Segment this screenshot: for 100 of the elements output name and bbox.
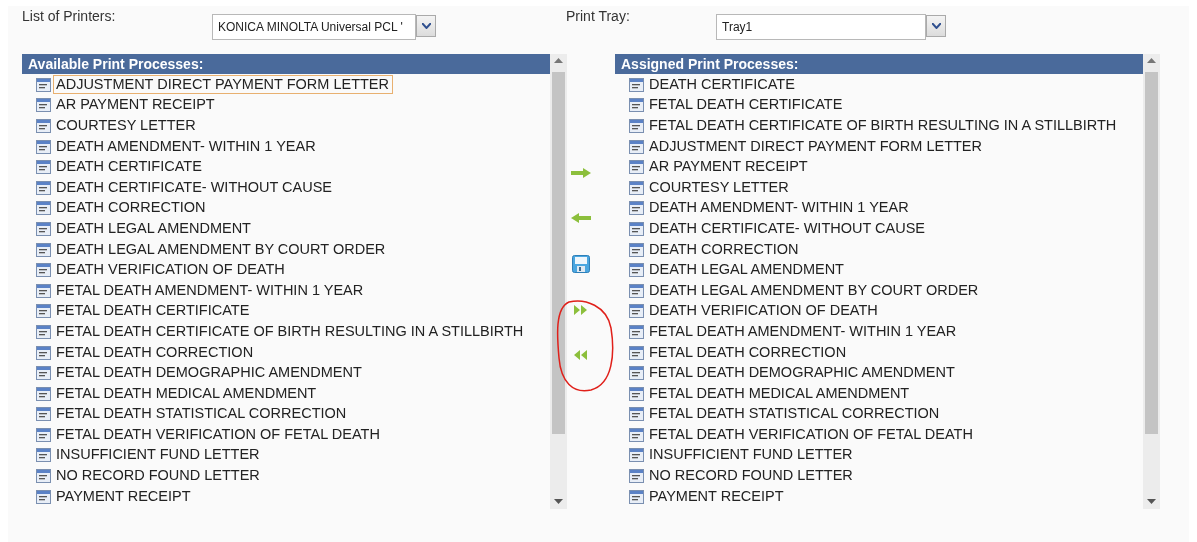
list-item[interactable]: ADJUSTMENT DIRECT PAYMENT FORM LETTER [53, 74, 393, 94]
list-item[interactable]: NO RECORD FOUND LETTER [53, 466, 264, 486]
double-left-icon [574, 350, 588, 360]
list-item[interactable]: FETAL DEATH MEDICAL AMENDMENT [646, 383, 914, 403]
list-item[interactable]: DEATH CERTIFICATE [646, 74, 799, 94]
list-header: Available Print Processes: [22, 54, 550, 74]
list-item[interactable]: PAYMENT RECEIPT [646, 486, 788, 506]
list-item[interactable]: FETAL DEATH CERTIFICATE OF BIRTH RESULTING IN A STILLBIRTH [646, 116, 1121, 135]
list-item[interactable]: DEATH LEGAL AMENDMENT [646, 260, 848, 280]
list-item[interactable]: FETAL DEATH CERTIFICATE OF BIRTH RESULTING IN A STILLBIRTH [53, 321, 528, 341]
list-item[interactable]: AR PAYMENT RECEIPT [646, 157, 812, 177]
document-list-icon [36, 406, 51, 422]
list-item[interactable]: FETAL DEATH VERIFICATION OF FETAL DEATH [53, 424, 384, 444]
list-item[interactable]: DEATH CERTIFICATE- WITHOUT CAUSE [53, 177, 337, 197]
scroll-up-icon[interactable] [1147, 58, 1156, 64]
list-item[interactable]: ADJUSTMENT DIRECT PAYMENT FORM LETTER [646, 136, 986, 156]
dropdown-button[interactable] [926, 15, 946, 37]
document-list-icon [36, 241, 51, 257]
list-item[interactable]: DEATH LEGAL AMENDMENT [53, 218, 255, 238]
list-item[interactable]: DEATH CERTIFICATE- WITHOUT CAUSE [646, 218, 930, 238]
document-list-icon [629, 241, 644, 257]
list-item[interactable]: DEATH LEGAL AMENDMENT BY COURT ORDER [646, 280, 983, 300]
scrollbar[interactable] [1143, 54, 1160, 509]
chevron-down-icon [421, 23, 431, 29]
document-list-icon [629, 76, 644, 92]
list-item[interactable]: FETAL DEATH STATISTICAL CORRECTION [53, 404, 351, 424]
document-list-icon [629, 488, 644, 504]
list-item[interactable]: FETAL DEATH AMENDMENT- WITHIN 1 YEAR [646, 321, 961, 341]
document-list-icon [629, 138, 644, 154]
document-list-icon [629, 159, 644, 175]
list-item[interactable]: COURTESY LETTER [53, 116, 200, 135]
document-list-icon [36, 282, 51, 298]
list-item[interactable]: FETAL DEATH VERIFICATION OF FETAL DEATH [646, 424, 977, 444]
save-button[interactable] [570, 255, 592, 273]
list-item[interactable]: DEATH VERIFICATION OF DEATH [53, 260, 289, 280]
list-item[interactable]: DEATH LEGAL AMENDMENT BY COURT ORDER [53, 239, 390, 259]
document-list-icon [629, 323, 644, 339]
document-list-icon [629, 118, 644, 133]
document-list-icon [36, 159, 51, 175]
scroll-up-icon[interactable] [554, 58, 563, 64]
document-list-icon [36, 200, 51, 216]
printer-select[interactable]: KONICA MINOLTA Universal PCL ' [212, 14, 416, 40]
chevron-down-icon [931, 23, 941, 29]
document-list-icon [36, 468, 51, 484]
scroll-down-icon[interactable] [1147, 499, 1156, 505]
scroll-down-icon[interactable] [554, 499, 563, 505]
document-list-icon [36, 488, 51, 504]
document-list-icon [36, 344, 51, 360]
field-label: List of Printers: [22, 8, 117, 26]
list-item[interactable]: PAYMENT RECEIPT [53, 486, 195, 506]
dropdown-button[interactable] [416, 15, 436, 37]
right-arrow-icon [571, 168, 591, 178]
save-icon [572, 255, 590, 273]
document-list-icon [36, 76, 51, 92]
list-item[interactable]: FETAL DEATH MEDICAL AMENDMENT [53, 383, 321, 403]
list-item[interactable]: FETAL DEATH DEMOGRAPHIC AMENDMENT [646, 363, 959, 383]
list-header: Assigned Print Processes: [615, 54, 1143, 74]
document-list-icon [36, 97, 51, 113]
document-list-icon [629, 200, 644, 216]
document-list-icon [36, 179, 51, 195]
tray-select[interactable]: Tray1 [716, 14, 926, 40]
list-item[interactable]: NO RECORD FOUND LETTER [646, 466, 857, 486]
list-item[interactable]: FETAL DEATH STATISTICAL CORRECTION [646, 404, 944, 424]
document-list-icon [36, 262, 51, 278]
double-right-icon [574, 305, 588, 315]
list-item[interactable]: DEATH AMENDMENT- WITHIN 1 YEAR [646, 198, 913, 218]
document-list-icon [629, 385, 644, 401]
list-item[interactable]: DEATH VERIFICATION OF DEATH [646, 301, 882, 321]
document-list-icon [629, 468, 644, 484]
list-item[interactable]: INSUFFICIENT FUND LETTER [646, 445, 857, 465]
document-list-icon [36, 426, 51, 442]
list-item[interactable]: FETAL DEATH CERTIFICATE [53, 301, 254, 321]
list-item[interactable]: FETAL DEATH DEMOGRAPHIC AMENDMENT [53, 363, 366, 383]
document-list-icon [36, 447, 51, 463]
document-list-icon [36, 323, 51, 339]
list-item[interactable]: FETAL DEATH CERTIFICATE [646, 95, 847, 115]
document-list-icon [629, 303, 644, 319]
list-item[interactable]: DEATH AMENDMENT- WITHIN 1 YEAR [53, 136, 320, 156]
list-item[interactable]: FETAL DEATH CORRECTION [53, 342, 258, 362]
document-list-icon [629, 262, 644, 278]
document-list-icon [629, 365, 644, 381]
scrollbar[interactable] [550, 54, 567, 509]
document-list-icon [629, 282, 644, 298]
list-item[interactable]: DEATH CORRECTION [53, 198, 210, 218]
document-list-icon [36, 365, 51, 381]
list-item[interactable]: DEATH CERTIFICATE [53, 157, 206, 177]
document-list-icon [629, 447, 644, 463]
list-item[interactable]: COURTESY LETTER [646, 177, 793, 197]
document-list-icon [36, 385, 51, 401]
document-list-icon [629, 220, 644, 236]
document-list-icon [629, 97, 644, 113]
document-list-icon [36, 138, 51, 154]
list-item[interactable]: INSUFFICIENT FUND LETTER [53, 445, 264, 465]
list-item[interactable]: DEATH CORRECTION [646, 239, 803, 259]
list-item[interactable]: FETAL DEATH AMENDMENT- WITHIN 1 YEAR [53, 280, 368, 300]
document-list-icon [629, 179, 644, 195]
list-item[interactable]: FETAL DEATH CORRECTION [646, 342, 851, 362]
left-arrow-icon [571, 213, 591, 223]
document-list-icon [36, 220, 51, 236]
list-item[interactable]: AR PAYMENT RECEIPT [53, 95, 219, 115]
